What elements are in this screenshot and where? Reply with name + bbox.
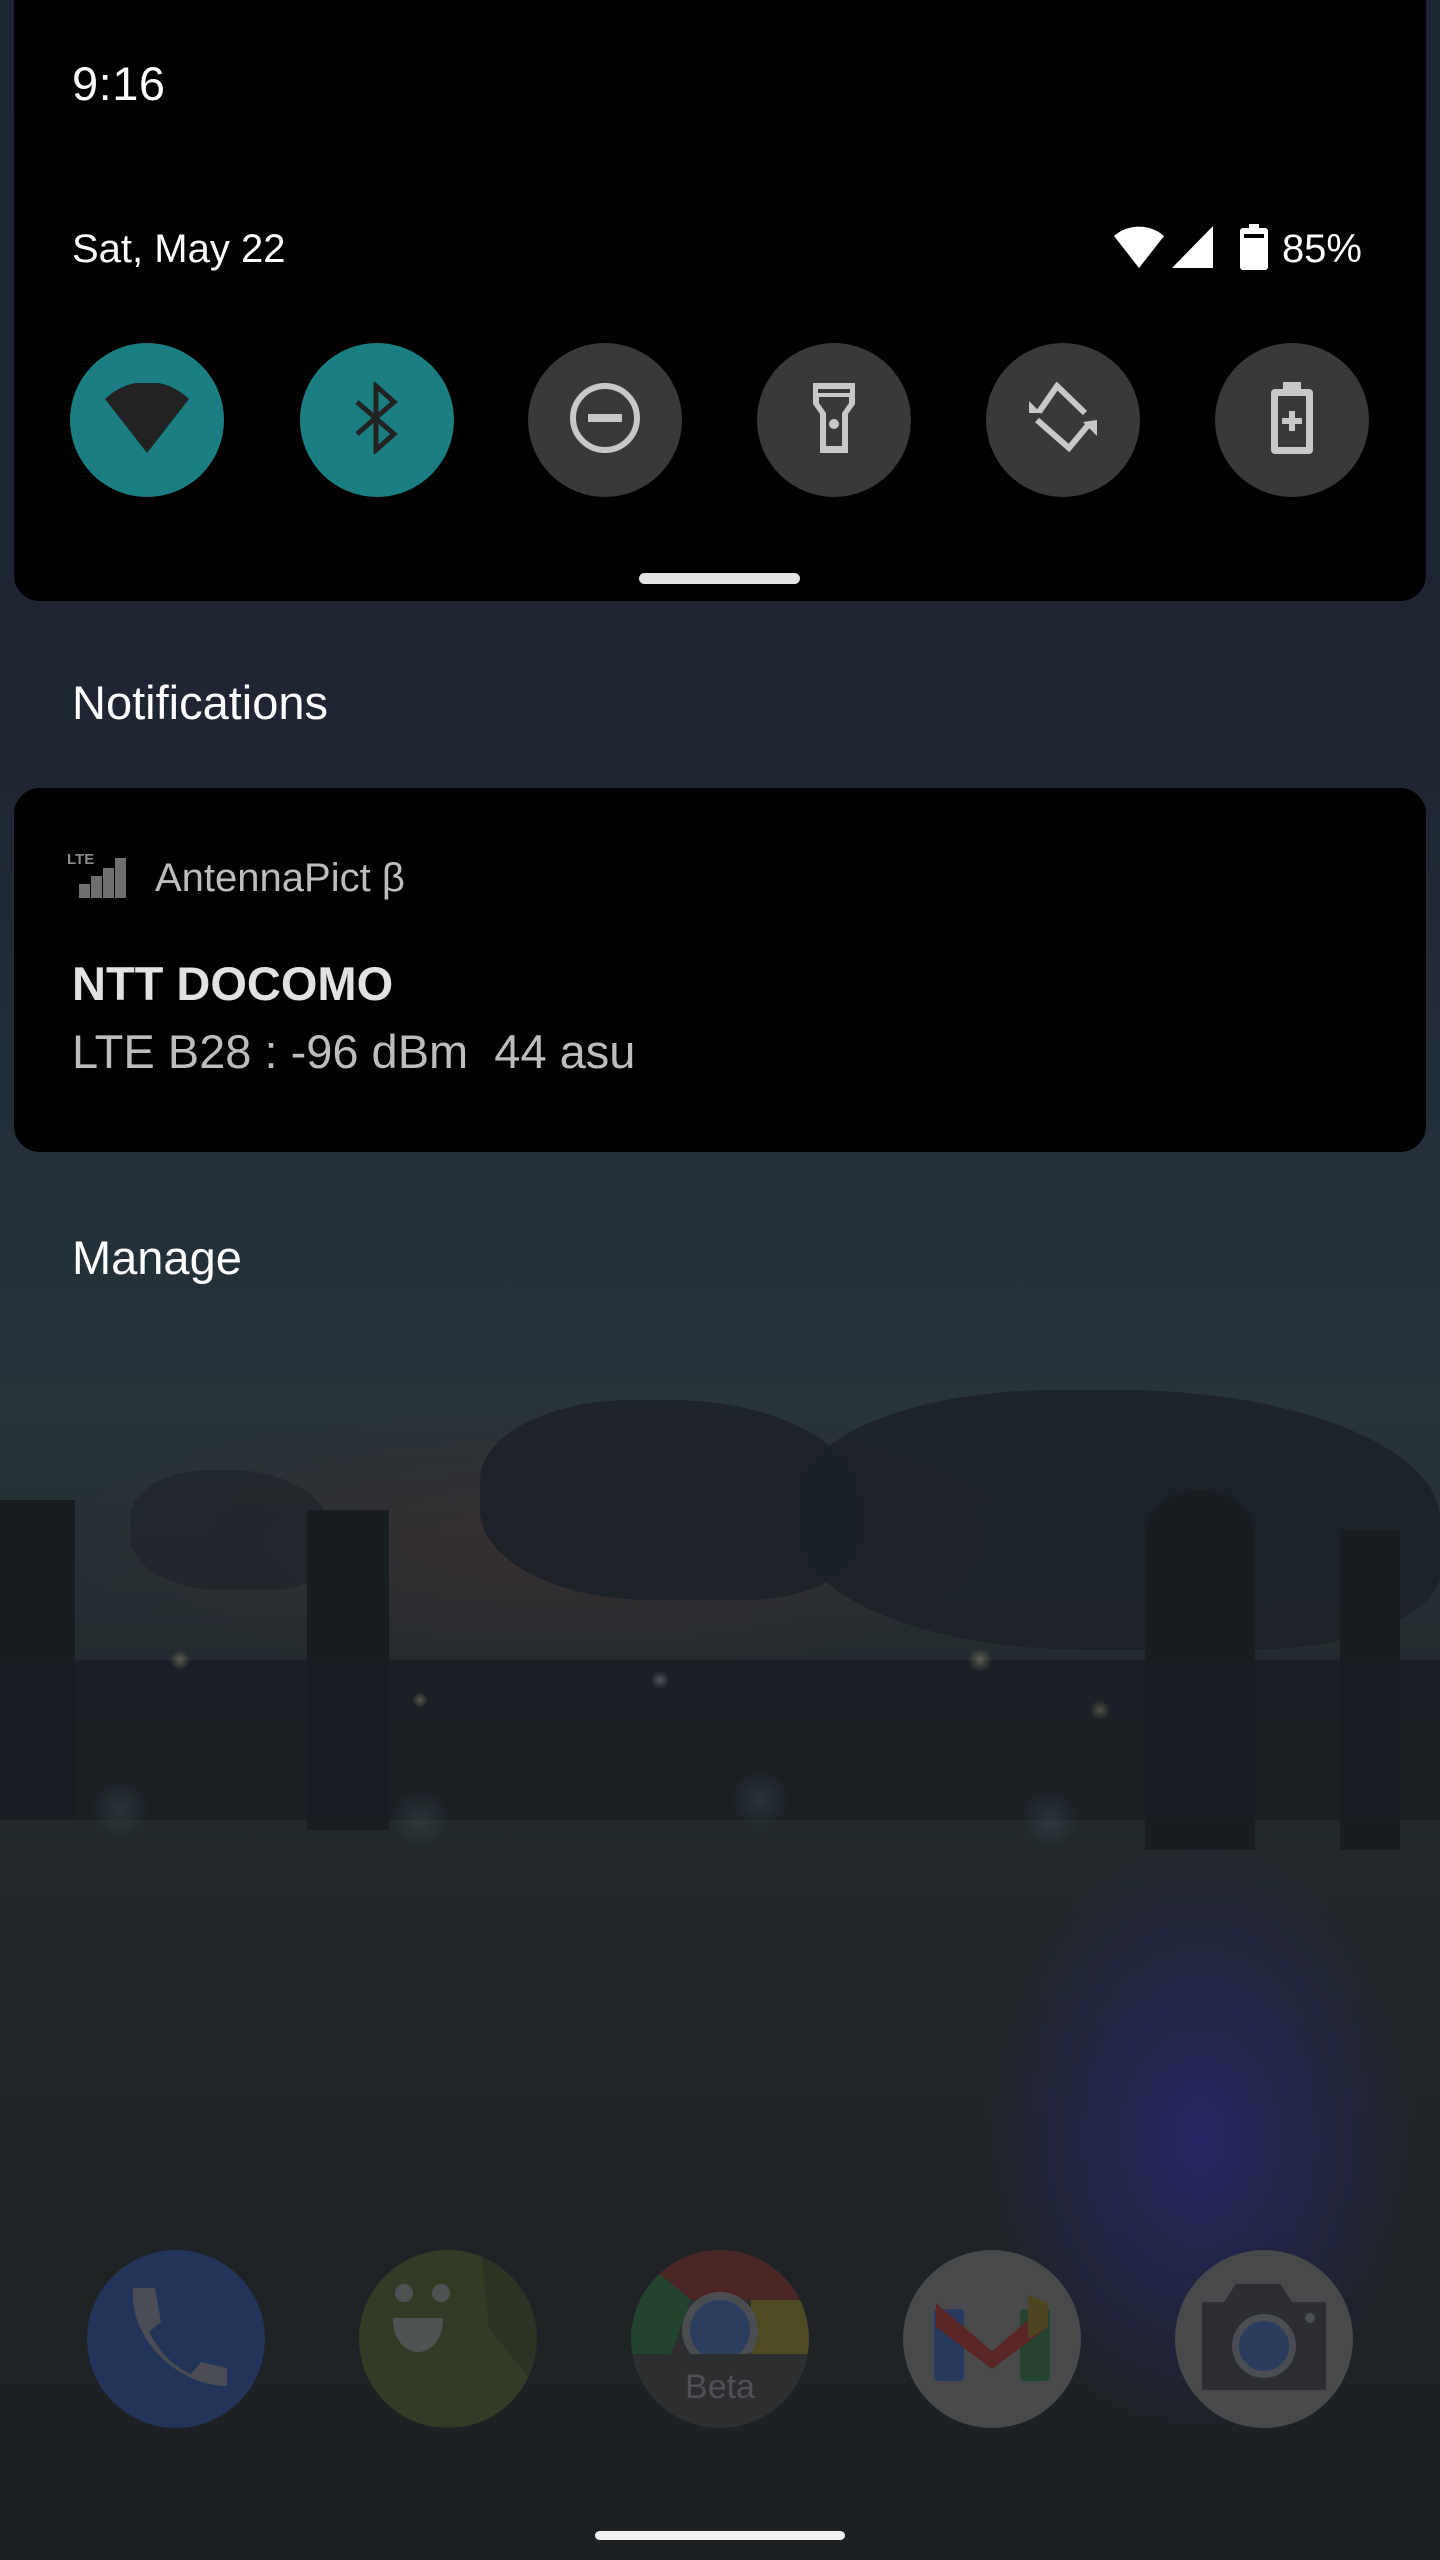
status-clock: 9:16 <box>72 57 166 110</box>
wallpaper-cloud <box>130 1470 330 1590</box>
wifi-icon <box>1112 224 1166 275</box>
bluetooth-icon <box>354 379 400 459</box>
messages-icon <box>359 2250 537 2428</box>
lte-icon-label: LTE <box>67 851 94 868</box>
gesture-nav-handle[interactable] <box>595 2531 845 2540</box>
status-icons: 85% <box>1112 222 1362 276</box>
dock-app-gmail[interactable] <box>903 2250 1081 2428</box>
battery-percent: 85% <box>1281 226 1362 271</box>
dock-app-messages[interactable] <box>359 2250 537 2428</box>
notification-app-name: AntennaPict β <box>155 856 405 900</box>
phone-icon <box>121 2282 231 2397</box>
wallpaper-city-lights <box>0 1620 1440 1880</box>
battery-icon <box>1239 223 1268 275</box>
do-not-disturb-icon <box>569 382 641 459</box>
manage-button[interactable]: Manage <box>72 1230 242 1285</box>
tile-auto-rotate[interactable] <box>986 343 1140 497</box>
dock-app-camera[interactable] <box>1175 2250 1353 2428</box>
notification-title: NTT DOCOMO <box>72 957 394 1010</box>
quick-settings-panel <box>14 0 1426 601</box>
wifi-icon <box>105 381 189 458</box>
chrome-beta-badge: Beta <box>685 2368 755 2406</box>
cellular-signal-icon <box>1170 225 1214 274</box>
notifications-header: Notifications <box>72 676 328 729</box>
rotate-icon <box>1027 380 1099 459</box>
quick-settings-drag-handle[interactable] <box>639 573 800 584</box>
flashlight-icon <box>812 382 856 459</box>
tile-wifi[interactable] <box>70 343 224 497</box>
notification-text: LTE B28 : -96 dBm 44 asu <box>72 1025 636 1078</box>
tile-flashlight[interactable] <box>757 343 911 497</box>
gmail-icon <box>932 2289 1052 2390</box>
notification-card[interactable]: LTE AntennaPict β NTT DOCOMO LTE B28 : -… <box>14 788 1426 1152</box>
camera-icon <box>1202 2282 1326 2397</box>
tile-bluetooth[interactable] <box>300 343 454 497</box>
tile-do-not-disturb[interactable] <box>528 343 682 497</box>
tile-battery-saver[interactable] <box>1215 343 1369 497</box>
battery-saver-icon <box>1270 381 1314 459</box>
lte-signal-icon: LTE <box>67 850 129 905</box>
dock-app-chrome-beta[interactable]: Beta <box>631 2250 809 2428</box>
status-date[interactable]: Sat, May 22 <box>72 227 285 272</box>
dock-app-phone[interactable] <box>87 2250 265 2428</box>
